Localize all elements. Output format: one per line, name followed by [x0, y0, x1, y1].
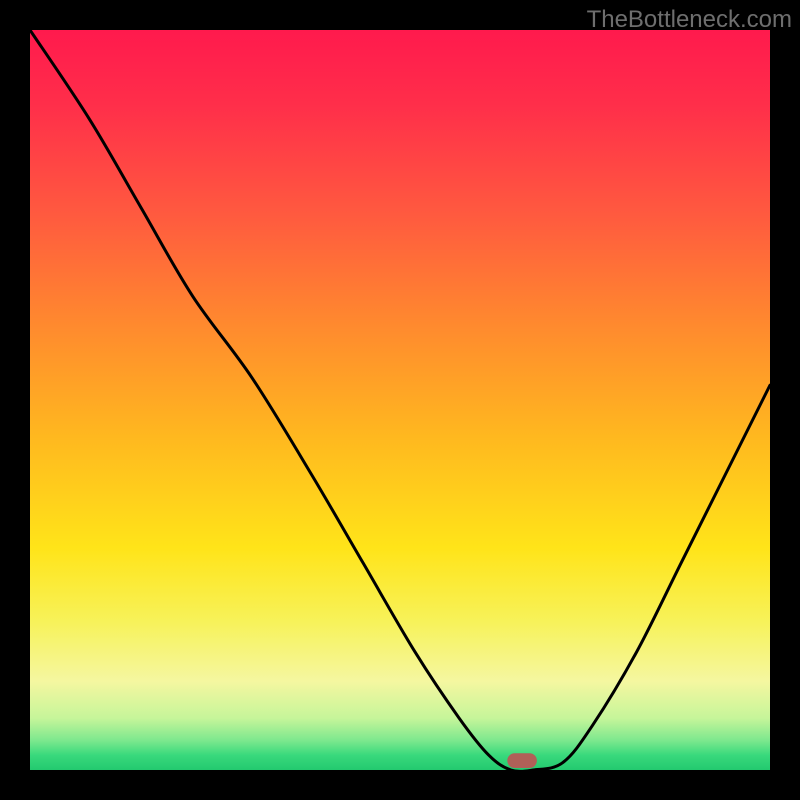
watermark-label: TheBottleneck.com	[587, 6, 792, 34]
plot-area	[30, 30, 770, 770]
bottleneck-curve-path	[30, 30, 770, 770]
optimum-marker	[507, 753, 537, 768]
chart-container: TheBottleneck.com	[0, 0, 800, 800]
bottleneck-line-svg	[30, 30, 770, 770]
